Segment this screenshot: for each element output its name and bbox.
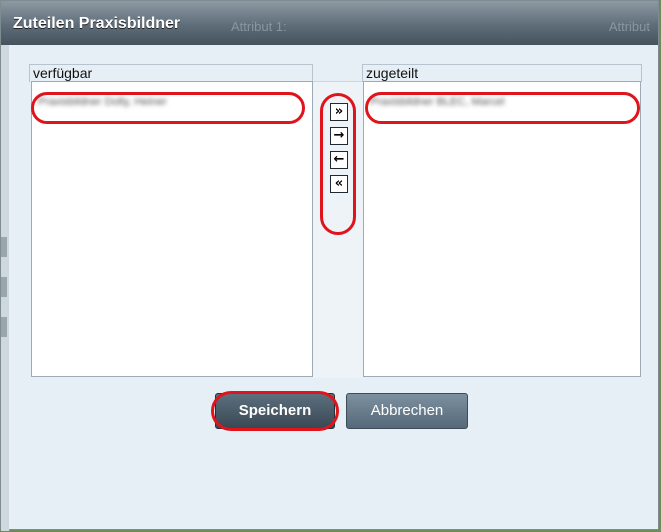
background-mark <box>1 277 7 297</box>
available-header: verfügbar <box>29 64 313 82</box>
available-list[interactable]: Praxisbildner Dolly, Heiner <box>31 81 313 377</box>
highlight-oval <box>365 92 640 124</box>
assigned-header: zugeteilt <box>362 64 642 82</box>
dialog-title: Zuteilen Praxisbildner <box>13 15 181 32</box>
background-label: Attribut 1: <box>231 19 287 34</box>
highlight-oval <box>211 391 339 431</box>
background-label-right: Attribut <box>608 19 650 34</box>
dialog-window: Zuteilen Praxisbildner Attribut 1: Attri… <box>0 0 659 531</box>
highlight-oval <box>320 93 356 235</box>
title-bar[interactable]: Zuteilen Praxisbildner Attribut 1: Attri… <box>1 1 658 46</box>
background-mark <box>1 237 7 257</box>
assigned-list[interactable]: Praxisbildner BLEC, Marcel <box>363 81 641 377</box>
assigned-label: zugeteilt <box>366 65 419 81</box>
background-mark <box>1 317 7 337</box>
cancel-button[interactable]: Abbrechen <box>346 393 468 429</box>
dialog-body: verfügbar Praxisbildner Dolly, Heiner » … <box>9 45 658 529</box>
highlight-oval <box>31 92 305 124</box>
available-label: verfügbar <box>33 65 93 81</box>
